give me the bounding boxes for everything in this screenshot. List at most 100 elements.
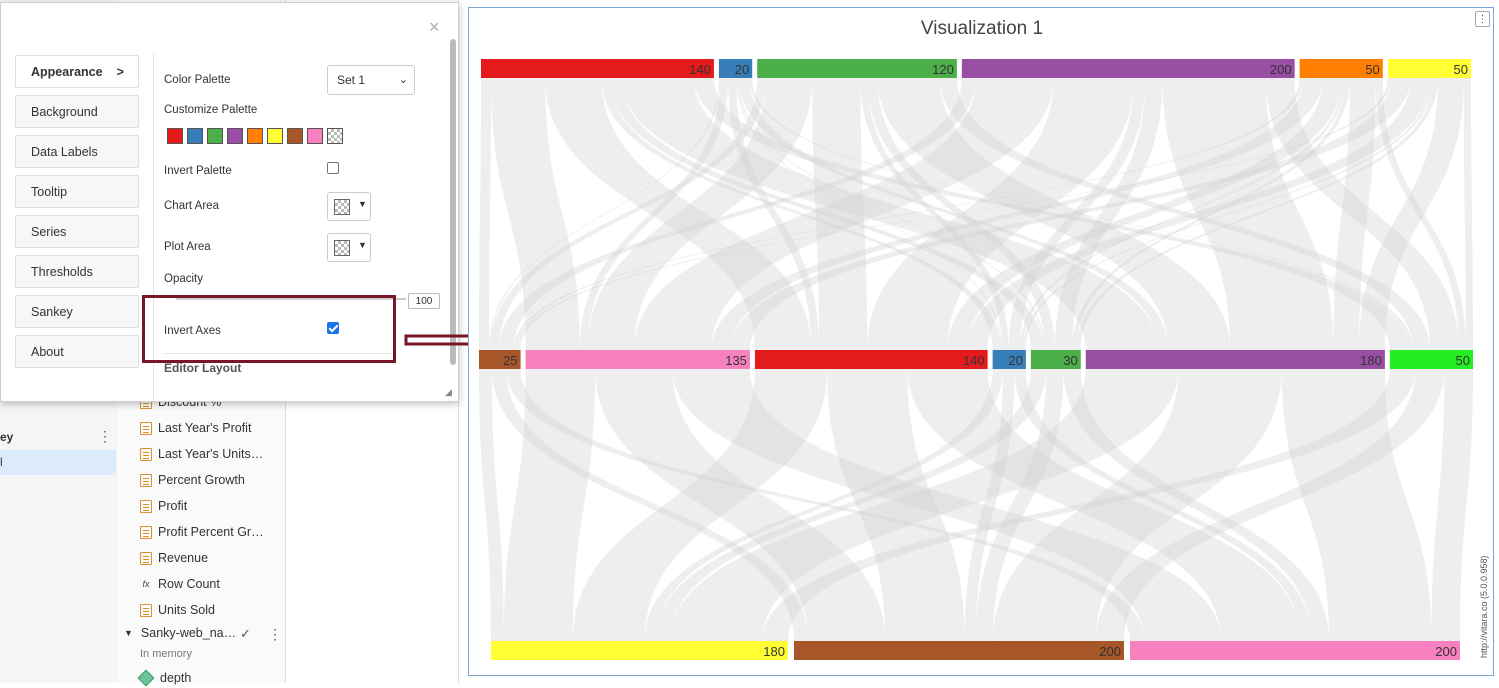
caret-down-icon[interactable]: ▼ [124, 628, 133, 638]
invert-palette-checkbox[interactable] [327, 162, 339, 174]
measure-icon [140, 603, 152, 617]
palette-swatch[interactable] [247, 128, 263, 144]
tab-thresholds[interactable]: Thresholds [15, 255, 139, 288]
field-item[interactable]: Revenue [140, 548, 208, 568]
color-palette-select[interactable]: Set 1 ⌄ [327, 65, 415, 95]
field-label: Last Year's Profit [158, 421, 252, 435]
tab-appearance[interactable]: Appearance > [15, 55, 139, 88]
field-item[interactable]: Last Year's Units… [140, 444, 263, 464]
customize-palette-label: Customize Palette [164, 104, 258, 116]
sankey-node[interactable] [794, 641, 1124, 660]
caret-down-icon: ▼ [358, 199, 367, 209]
dimension-icon [137, 669, 155, 687]
opacity-label: Opacity [164, 273, 203, 285]
tab-label: Sankey [31, 304, 73, 319]
sankey-link[interactable] [479, 78, 492, 350]
sankey-node-label: 20 [1008, 353, 1022, 368]
tab-background[interactable]: Background [15, 95, 139, 128]
sankey-node-label: 180 [763, 644, 785, 659]
highlight-box [142, 295, 396, 363]
more-options-icon[interactable]: ⋮ [268, 626, 282, 643]
color-palette-label: Color Palette [164, 74, 231, 86]
field-label: Profit Percent Gr… [158, 525, 264, 539]
credit-text: http://vitara.co (5.0.0.958) [1479, 555, 1489, 658]
chart-area-color-picker[interactable]: ▼ [327, 192, 371, 221]
tab-about[interactable]: About [15, 335, 139, 368]
sankey-node[interactable] [1085, 350, 1385, 369]
sankey-node-label: 140 [963, 353, 985, 368]
field-item[interactable]: depth [137, 668, 191, 688]
tab-label: Background [31, 104, 98, 119]
sankey-node[interactable] [491, 641, 788, 660]
measure-icon [140, 473, 152, 487]
tab-tooltip[interactable]: Tooltip [15, 175, 139, 208]
close-icon[interactable]: × [429, 17, 440, 38]
field-label: Percent Growth [158, 473, 245, 487]
plot-area-label: Plot Area [164, 241, 211, 253]
field-item[interactable]: Last Year's Profit [140, 418, 251, 438]
tab-label: Tooltip [31, 184, 68, 199]
measure-icon [140, 447, 152, 461]
tab-label: Data Labels [31, 144, 98, 159]
field-label: Units Sold [158, 603, 215, 617]
left-section-label: ey [0, 430, 14, 444]
sankey-node-label: 135 [725, 353, 747, 368]
sankey-link[interactable] [1463, 78, 1473, 350]
field-label: Row Count [158, 577, 220, 591]
chart-title: Visualization 1 [920, 18, 1044, 39]
sankey-node[interactable] [754, 350, 988, 369]
chevron-down-icon: ⌄ [398, 74, 408, 86]
tab-series[interactable]: Series [15, 215, 139, 248]
sankey-node-label: 180 [1360, 353, 1382, 368]
more-options-icon[interactable]: ⋮ [1475, 11, 1490, 27]
data-source-group[interactable]: ▼ Sanky-web_na… [124, 626, 236, 640]
sankey-node[interactable] [481, 59, 714, 78]
palette-swatch[interactable] [187, 128, 203, 144]
palette-swatch[interactable] [227, 128, 243, 144]
scrollbar[interactable] [450, 39, 456, 365]
sankey-node-label: 200 [1435, 644, 1457, 659]
sankey-node-label: 140 [689, 62, 711, 77]
field-item[interactable]: Profit [140, 496, 187, 516]
sankey-link[interactable] [479, 369, 504, 641]
field-item[interactable]: Percent Growth [140, 470, 245, 490]
plot-area-color-picker[interactable]: ▼ [327, 233, 371, 262]
more-options-icon[interactable]: ⋮ [98, 428, 112, 445]
visualization-panel: 140 20 120 200 50 50 25 135 140 20 30 180 50 180 200 20… [468, 7, 1494, 676]
palette-swatch[interactable] [167, 128, 183, 144]
field-label: Last Year's Units… [158, 447, 264, 461]
sankey-link[interactable] [1431, 369, 1473, 641]
left-selected-item[interactable]: l [0, 450, 116, 475]
sankey-node[interactable] [1130, 641, 1460, 660]
invert-palette-label: Invert Palette [164, 165, 232, 177]
sankey-node-label: 120 [932, 62, 954, 77]
data-source-status: In memory [140, 648, 192, 660]
sankey-node[interactable] [757, 59, 957, 78]
data-source-name: Sanky-web_na… [140, 626, 237, 640]
formula-icon: fx [142, 579, 150, 589]
field-item[interactable]: Units Sold [140, 600, 215, 620]
measure-icon [140, 551, 152, 565]
editor-layout-heading: Editor Layout [164, 361, 242, 375]
palette-swatch[interactable] [267, 128, 283, 144]
field-item[interactable]: fx Row Count [140, 574, 220, 594]
palette-swatch[interactable] [287, 128, 303, 144]
transparent-swatch-icon [334, 199, 350, 215]
color-palette-value: Set 1 [337, 73, 366, 87]
resize-handle-icon[interactable]: ◢ [445, 387, 452, 398]
palette-swatches [167, 128, 343, 144]
palette-swatch[interactable] [207, 128, 223, 144]
chart-area-label: Chart Area [164, 200, 219, 212]
opacity-value[interactable]: 100 [408, 293, 440, 309]
tab-sankey[interactable]: Sankey [15, 295, 139, 328]
palette-swatch[interactable] [307, 128, 323, 144]
transparent-swatch[interactable] [327, 128, 343, 144]
sankey-node[interactable] [961, 59, 1295, 78]
sankey-chart: 140 20 120 200 50 50 25 135 140 20 30 180 50 180 200 20… [479, 59, 1473, 660]
tab-label: About [31, 344, 64, 359]
sankey-node-label: 50 [1365, 62, 1379, 77]
tab-data-labels[interactable]: Data Labels [15, 135, 139, 168]
sankey-node[interactable] [525, 350, 750, 369]
field-item[interactable]: Profit Percent Gr… [140, 522, 264, 542]
measure-icon [140, 499, 152, 513]
